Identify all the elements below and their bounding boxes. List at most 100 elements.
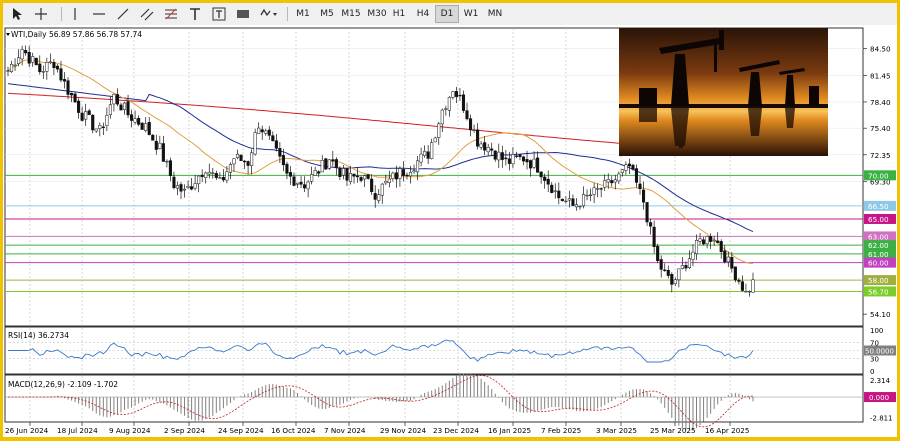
candle-body bbox=[140, 122, 144, 130]
crosshair-icon[interactable] bbox=[31, 5, 51, 23]
candle-body bbox=[712, 239, 716, 242]
candle-body bbox=[112, 94, 116, 105]
candle-body bbox=[405, 174, 409, 177]
candle-body bbox=[465, 110, 469, 120]
date-axis-label: 16 Jan 2025 bbox=[488, 426, 531, 435]
candle-body bbox=[416, 160, 420, 173]
timeframe-w1[interactable]: W1 bbox=[459, 5, 483, 23]
candle-body bbox=[564, 200, 568, 203]
candle-body bbox=[553, 190, 557, 192]
text-icon[interactable] bbox=[185, 5, 205, 23]
candle-body bbox=[34, 57, 38, 66]
candle-body bbox=[747, 290, 752, 293]
candle-body bbox=[433, 137, 437, 143]
candle-body bbox=[483, 142, 487, 151]
chart-header: WTI,Daily 56.89 57.86 56.78 57.74 bbox=[11, 30, 142, 39]
candle-body bbox=[172, 176, 176, 188]
candle-body bbox=[670, 274, 674, 285]
fibonacci-icon[interactable] bbox=[161, 5, 181, 23]
macd-header: MACD(12,26,9) -2.109 -1.702 bbox=[8, 380, 118, 389]
date-axis-label: 9 Aug 2024 bbox=[109, 426, 151, 435]
candle-body bbox=[122, 102, 127, 110]
level-tag-label: 61.00 bbox=[868, 250, 889, 259]
candle-body bbox=[17, 57, 21, 64]
timeframe-h4[interactable]: H4 bbox=[411, 5, 435, 23]
candle-body bbox=[327, 159, 331, 169]
candle-body bbox=[225, 171, 229, 181]
candle-body bbox=[126, 101, 130, 116]
rectangle-icon[interactable] bbox=[233, 5, 253, 23]
candle-body bbox=[130, 114, 134, 121]
candle-body bbox=[606, 179, 610, 183]
level-tag-label: 60.00 bbox=[868, 259, 889, 268]
candle-body bbox=[620, 169, 624, 173]
candle-body bbox=[52, 62, 56, 68]
candle-body bbox=[380, 183, 384, 196]
candle-body bbox=[740, 281, 744, 291]
date-axis-label: 24 Sep 2024 bbox=[218, 426, 264, 435]
timeframe-h1[interactable]: H1 bbox=[387, 5, 411, 23]
candle-body bbox=[250, 152, 254, 167]
candle-body bbox=[476, 129, 480, 147]
vertical-line-icon[interactable] bbox=[67, 5, 83, 23]
candle-body bbox=[62, 79, 67, 82]
candle-body bbox=[525, 159, 529, 163]
candle-body bbox=[426, 151, 430, 159]
candle-body bbox=[532, 158, 536, 168]
trendline-icon[interactable] bbox=[113, 5, 133, 23]
candle-body bbox=[211, 172, 215, 174]
chart-window[interactable]: 84.50 81.45 78.40 75.40 72.35 69.30 54.10 70.0… bbox=[3, 25, 897, 437]
timeframe-m30[interactable]: M30 bbox=[365, 5, 389, 23]
candle-body bbox=[334, 159, 338, 168]
candle-body bbox=[228, 164, 232, 173]
candle-body bbox=[320, 159, 324, 173]
channel-icon[interactable] bbox=[137, 5, 157, 23]
candle-body bbox=[243, 160, 247, 163]
candle-body bbox=[165, 160, 169, 163]
candle-body bbox=[737, 279, 741, 282]
timeframe-mn[interactable]: MN bbox=[483, 5, 507, 23]
timeframe-m1[interactable]: M1 bbox=[291, 5, 315, 23]
candle-body bbox=[384, 181, 388, 184]
candle-body bbox=[324, 158, 328, 170]
candle-body bbox=[486, 146, 490, 153]
candle-body bbox=[723, 250, 727, 263]
candle-body bbox=[13, 64, 17, 67]
candle-body bbox=[536, 157, 540, 173]
candle-body bbox=[500, 152, 504, 160]
price-axis-label: 72.35 bbox=[870, 151, 891, 160]
candle-body bbox=[638, 183, 642, 190]
candle-body bbox=[645, 202, 649, 223]
horizontal-line-icon[interactable] bbox=[89, 5, 109, 23]
candle-body bbox=[295, 182, 300, 185]
candle-body bbox=[458, 94, 462, 97]
date-axis-label: 26 Jun 2024 bbox=[5, 426, 49, 435]
candle-body bbox=[331, 159, 335, 162]
label-icon[interactable] bbox=[209, 5, 229, 23]
candle-body bbox=[94, 128, 98, 132]
candle-body bbox=[278, 148, 282, 157]
candle-body bbox=[292, 176, 296, 186]
candle-body bbox=[352, 173, 356, 177]
candle-body bbox=[317, 171, 321, 174]
cursor-icon[interactable] bbox=[7, 5, 27, 23]
rsi-level-label: 50.0000 bbox=[865, 348, 894, 356]
candle-body bbox=[641, 189, 646, 203]
shapes-icon[interactable] bbox=[257, 5, 281, 23]
candle-body bbox=[518, 154, 522, 158]
level-tag-label: 70.00 bbox=[868, 171, 889, 180]
candle-body bbox=[550, 184, 554, 193]
timeframe-m5[interactable]: M5 bbox=[315, 5, 339, 23]
candle-body bbox=[288, 172, 293, 177]
candle-body bbox=[186, 186, 190, 188]
candle-body bbox=[119, 104, 123, 111]
level-tag-label: 63.00 bbox=[868, 232, 889, 241]
candle-body bbox=[373, 193, 377, 200]
candle-body bbox=[581, 194, 586, 207]
candle-body bbox=[239, 154, 243, 161]
candle-body bbox=[454, 90, 458, 97]
candle-body bbox=[84, 111, 88, 120]
timeframe-m15[interactable]: M15 bbox=[339, 5, 363, 23]
candle-body bbox=[59, 68, 63, 81]
timeframe-d1[interactable]: D1 bbox=[435, 5, 459, 23]
